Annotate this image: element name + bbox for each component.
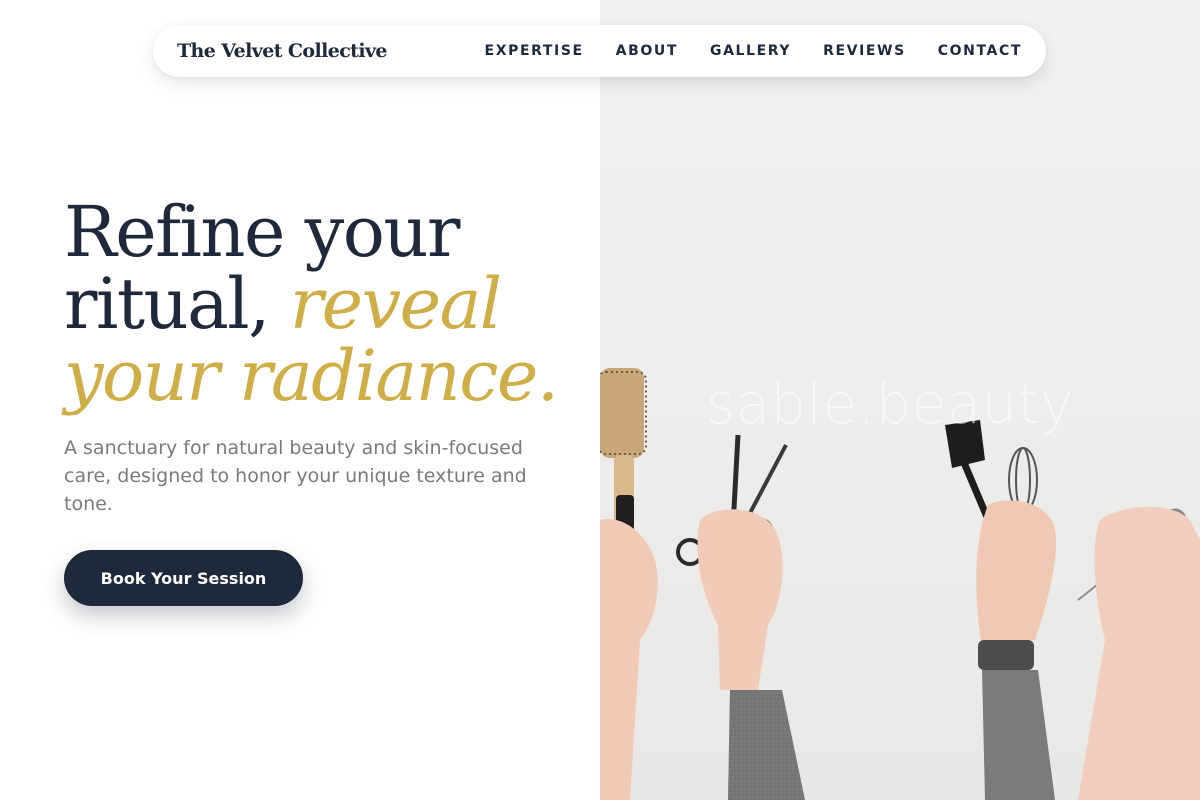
hero-headline: Refine your ritual, reveal your radiance… [64,196,584,412]
nav-link-expertise[interactable]: EXPERTISE [485,43,584,59]
nav-links: EXPERTISE ABOUT GALLERY REVIEWS CONTACT [453,43,1022,59]
nav-link-contact[interactable]: CONTACT [938,43,1022,59]
hero-subtext: A sanctuary for natural beauty and skin-… [64,437,527,515]
hero-photo: sable.beauty [600,0,1200,800]
book-session-button[interactable]: Book Your Session [64,550,303,606]
nav-link-reviews[interactable]: REVIEWS [823,43,906,59]
photo-watermark: sable.beauty [706,372,1074,437]
nav-link-about[interactable]: ABOUT [616,43,678,59]
nav-link-gallery[interactable]: GALLERY [710,43,791,59]
brand-logo[interactable]: The Velvet Collective [177,40,387,62]
top-navbar: The Velvet Collective EXPERTISE ABOUT GA… [153,25,1046,77]
